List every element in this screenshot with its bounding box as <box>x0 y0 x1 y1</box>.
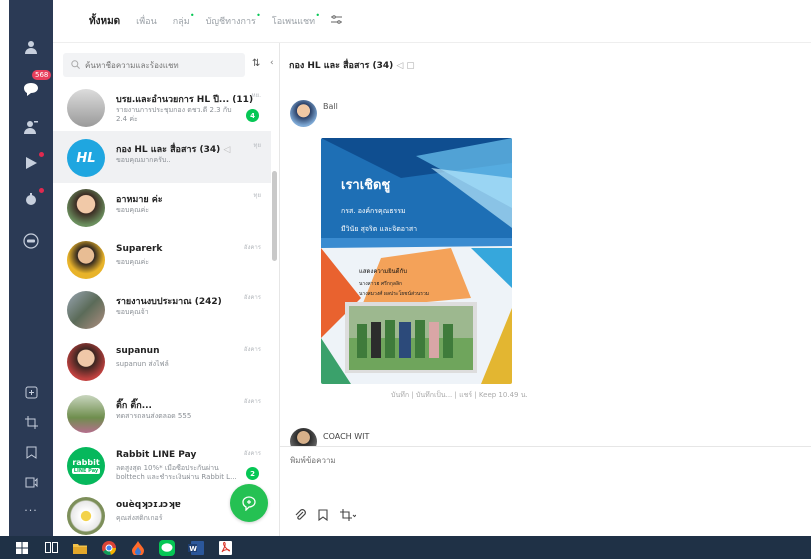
avatar: rabbit LINE Pay <box>67 447 105 485</box>
chrome-icon[interactable] <box>101 540 117 556</box>
windows-start-icon[interactable] <box>14 540 30 556</box>
poster-heading: เราเชิดชู <box>341 178 391 193</box>
chat-list: ⇅ ‹ บรย.และอำนวยการ HL ปี... (11) รายงาน… <box>53 43 280 536</box>
today-dot <box>39 188 44 193</box>
chat-item[interactable]: อาหมาย ค่ะ ขอบคุณค่ะ ทุย <box>53 181 271 233</box>
svg-text:W: W <box>189 545 197 553</box>
task-view-icon[interactable] <box>43 540 59 556</box>
chat-item-selected[interactable]: HL กอง HL และ สื่อสาร (34) ◁ ขอบคุณมากคร… <box>53 131 271 183</box>
copy-icon[interactable]: ▢ <box>406 61 415 71</box>
tab-groups[interactable]: กลุ่ม • <box>173 11 195 28</box>
tab-all[interactable]: ทั้งหมด <box>89 14 120 29</box>
screenshot-icon[interactable] <box>340 509 357 524</box>
unread-count: 4 <box>246 109 259 122</box>
file-explorer-icon[interactable] <box>72 540 88 556</box>
chat-item[interactable]: Suparerk ขอบคุณค่ะ อังคาร <box>53 233 271 285</box>
next-sender-name: COACH WIT <box>323 432 370 441</box>
sort-icon[interactable]: ⇅ <box>252 58 260 69</box>
message-meta[interactable]: บันทึก | บันทึกเป็น... | แชร์ | Keep 10.… <box>391 390 528 401</box>
friends-icon[interactable] <box>9 34 53 60</box>
search-icon <box>71 59 80 71</box>
today-icon[interactable] <box>9 186 53 212</box>
windows-taskbar: W <box>0 536 811 559</box>
unread-count: 2 <box>246 467 259 480</box>
shared-image[interactable]: เราเชิดชู กรส. องค์กรคุณธรรม มีวินัย สุจ… <box>321 138 512 384</box>
poster-line1: กรส. องค์กรคุณธรรม <box>341 207 406 215</box>
line-app-icon[interactable] <box>159 539 175 556</box>
pdf-reader-icon[interactable] <box>217 540 233 556</box>
window-edge <box>0 0 9 536</box>
speaker-icon[interactable] <box>9 469 53 495</box>
chats-icon[interactable]: 568 <box>9 70 53 102</box>
sender-avatar[interactable] <box>290 100 317 127</box>
bookmark-icon[interactable] <box>9 439 53 465</box>
new-chat-button[interactable] <box>230 484 268 522</box>
avatar: HL <box>67 139 105 177</box>
unread-badge: 568 <box>32 70 52 80</box>
mute-icon[interactable]: ◁ <box>396 61 406 71</box>
voom-dot <box>39 152 44 157</box>
tab-official[interactable]: บัญชีทางการ • <box>206 11 261 28</box>
collapse-icon[interactable]: ‹ <box>270 58 274 68</box>
tab-openchat[interactable]: โอเพนแชท • <box>272 11 320 28</box>
add-friend-icon[interactable] <box>9 114 53 140</box>
search-box <box>63 53 245 77</box>
avatar <box>67 189 105 227</box>
poster-line4: นางสาวฮ ศรีกกุลลิก <box>359 281 403 287</box>
poster-line2: มีวินัย สุจริต และจิตอาสา <box>341 225 418 233</box>
filter-icon[interactable] <box>331 15 343 27</box>
voom-icon[interactable] <box>9 150 53 176</box>
input-tools <box>294 509 357 524</box>
avatar <box>67 291 105 329</box>
mute-icon: ◁ <box>223 145 231 155</box>
chat-item[interactable]: rabbit LINE Pay Rabbit LINE Pay ลดสูงสุด … <box>53 439 271 491</box>
chat-title: กอง HL และ สื่อสาร (34) ◁ ▢ <box>289 61 415 71</box>
tab-friends[interactable]: เพื่อน <box>136 14 157 28</box>
chat-filter-tabs: ทั้งหมด เพื่อน กลุ่ม • บัญชีทางการ • โอเพน… <box>53 0 811 42</box>
poster-line5: นางสมวงศ์ ผลประโยชน์ส่วนรวม <box>359 291 430 297</box>
chat-item[interactable]: รายงานงบประมาณ (242) ขอบคุณจ้า อังคาร <box>53 283 271 335</box>
message-input-area <box>280 446 811 536</box>
bookmark-icon[interactable] <box>318 509 328 524</box>
message-input[interactable] <box>290 456 590 465</box>
attach-icon[interactable] <box>294 509 306 524</box>
new-chat-icon <box>242 495 256 511</box>
avatar <box>67 497 105 535</box>
poster-line3: แสดงความยินดีกับ <box>359 268 408 275</box>
chat-list-scrollbar[interactable] <box>272 171 277 261</box>
drop-app-icon[interactable] <box>130 540 146 556</box>
avatar <box>67 395 105 433</box>
chat-item[interactable]: บรย.และอำนวยการ HL ปี... (11) รายงานการป… <box>53 81 271 133</box>
avatar <box>67 89 105 127</box>
line-service-icon[interactable] <box>9 228 53 254</box>
word-icon[interactable]: W <box>188 540 204 556</box>
more-icon[interactable]: ··· <box>9 497 53 523</box>
crop-icon[interactable] <box>9 409 53 435</box>
add-square-icon[interactable] <box>9 379 53 405</box>
chat-item[interactable]: supanun supanun ส่งไฟล์ อังคาร <box>53 335 271 387</box>
sender-name: Ball <box>323 102 338 111</box>
avatar <box>67 343 105 381</box>
side-rail: 568 ··· <box>9 0 53 536</box>
avatar <box>67 241 105 279</box>
search-input[interactable] <box>85 60 245 70</box>
chat-item[interactable]: ติ๊ก ติ๊ก... ทดสารถลนส่งตลอด 555 อังคาร <box>53 387 271 439</box>
